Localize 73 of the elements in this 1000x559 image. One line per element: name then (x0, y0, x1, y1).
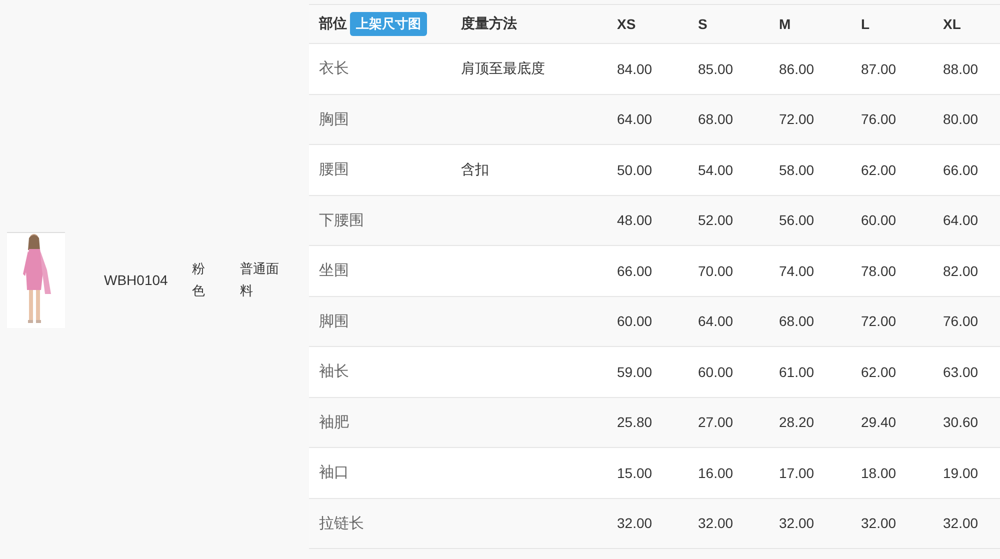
table-cell: 56.00 (779, 212, 814, 228)
table-cell: 19.00 (943, 464, 978, 481)
table-cell: 82.00 (943, 262, 978, 279)
table-cell: 66.00 (943, 162, 978, 178)
fabric-type: 普通面料 (240, 260, 280, 300)
table-cell: 25.80 (617, 414, 652, 430)
table-cell: 27.00 (698, 414, 734, 430)
column-header: M (779, 16, 791, 32)
table-cell: 85.00 (698, 60, 734, 77)
column-header: XL (943, 16, 961, 32)
table-cell: 32.00 (943, 515, 978, 532)
column-header: 部位 (319, 15, 347, 33)
table-cell: 72.00 (779, 111, 814, 128)
table-cell: 68.00 (698, 111, 734, 128)
table-cell: 58.00 (779, 162, 814, 178)
table-cell: 60.00 (698, 364, 734, 380)
table-cell: 59.00 (617, 364, 652, 380)
table-cell: 拉链长 (319, 514, 364, 533)
table-cell: 52.00 (698, 212, 734, 228)
table-cell: 18.00 (861, 464, 896, 481)
table-cell: 61.00 (779, 364, 814, 380)
table-cell: 64.00 (698, 313, 734, 330)
table-cell: 78.00 (861, 262, 896, 279)
table-cell: 50.00 (617, 162, 652, 178)
table-cell: 66.00 (617, 262, 652, 279)
table-cell: 76.00 (943, 313, 978, 330)
table-cell: 60.00 (861, 212, 896, 228)
table-cell: 64.00 (943, 212, 978, 228)
column-header: XS (617, 16, 636, 32)
table-cell: 袖长 (319, 362, 349, 382)
table-cell: 含扣 (461, 160, 489, 179)
table-cell: 88.00 (943, 60, 978, 77)
table-cell: 28.20 (779, 414, 814, 430)
table-cell: 肩顶至最底度 (461, 60, 545, 78)
table-cell: 62.00 (861, 162, 896, 178)
table-cell: 70.00 (698, 262, 734, 279)
table-cell: 63.00 (943, 364, 978, 380)
table-cell: 80.00 (943, 111, 978, 128)
table-cell: 32.00 (698, 515, 734, 532)
table-cell: 74.00 (779, 262, 814, 279)
table-cell: 脚围 (319, 312, 349, 331)
table-cell: 17.00 (779, 464, 814, 481)
table-cell: 64.00 (617, 111, 652, 128)
column-header: S (698, 16, 708, 32)
table-cell: 72.00 (861, 313, 896, 330)
table-cell: 76.00 (861, 111, 896, 128)
table-cell: 48.00 (617, 212, 652, 228)
table-cell: 胸围 (319, 110, 349, 129)
product-code: WBH0104 (104, 272, 169, 288)
table-cell: 袖肥 (319, 412, 349, 432)
color-name: 粉色 (192, 260, 206, 300)
table-cell: 30.60 (943, 414, 978, 430)
table-cell: 84.00 (617, 60, 652, 77)
table-cell: 坐围 (319, 261, 349, 280)
table-cell: 68.00 (779, 313, 814, 330)
table-cell: 下腰围 (319, 210, 364, 230)
table-cell: 60.00 (617, 313, 652, 330)
table-cell: 32.00 (617, 515, 652, 532)
table-cell: 袖口 (319, 463, 349, 482)
table-cell: 15.00 (617, 464, 652, 481)
table-cell: 腰围 (319, 160, 349, 180)
table-cell: 87.00 (861, 60, 896, 77)
table-cell: 32.00 (779, 515, 814, 532)
column-header: L (861, 16, 870, 32)
table-cell: 29.40 (861, 414, 896, 430)
table-cell: 62.00 (861, 364, 896, 380)
table-cell: 54.00 (698, 162, 734, 178)
table-cell: 衣长 (319, 59, 349, 78)
table-cell: 86.00 (779, 60, 814, 77)
column-header: 度量方法 (461, 15, 517, 33)
size-chart-button[interactable]: 上架尺寸图 (350, 12, 427, 36)
table-cell: 16.00 (698, 464, 734, 481)
table-cell: 32.00 (861, 515, 896, 532)
